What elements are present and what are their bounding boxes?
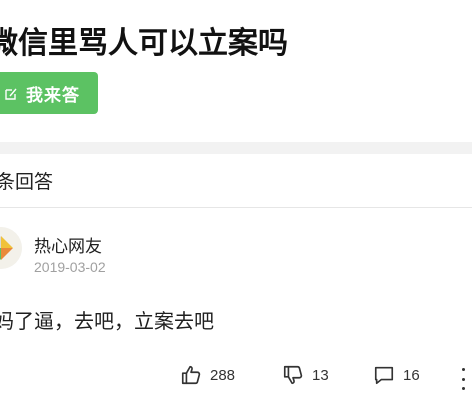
post-date: 2019-03-02 [34,259,106,275]
section-divider [0,142,472,154]
like-button[interactable]: 288 [180,364,235,386]
comment-icon [373,364,395,386]
answer-button[interactable]: 我来答 [0,72,98,114]
answer-text: 妈了逼，去吧，立案去吧 [0,309,214,333]
user-name[interactable]: 热心网友 [34,232,102,257]
divider-line [0,207,472,208]
avatar-image [0,227,22,269]
question-title: 微信里骂人可以立案吗 [0,26,288,61]
thumbs-up-icon [180,364,202,386]
answer-button-label: 我来答 [26,85,80,106]
comment-button[interactable]: 16 [373,364,420,386]
dislike-button[interactable]: 13 [282,364,329,386]
avatar[interactable] [0,227,22,269]
answer-actions: 288 13 16 [0,364,472,392]
comment-count: 16 [403,366,420,384]
like-count: 288 [210,366,236,384]
edit-icon [4,86,18,100]
thumbs-down-icon [282,364,304,386]
answer-count-label: 条回答 [0,171,54,193]
more-vertical-icon[interactable] [462,368,468,390]
dislike-count: 13 [312,366,329,384]
